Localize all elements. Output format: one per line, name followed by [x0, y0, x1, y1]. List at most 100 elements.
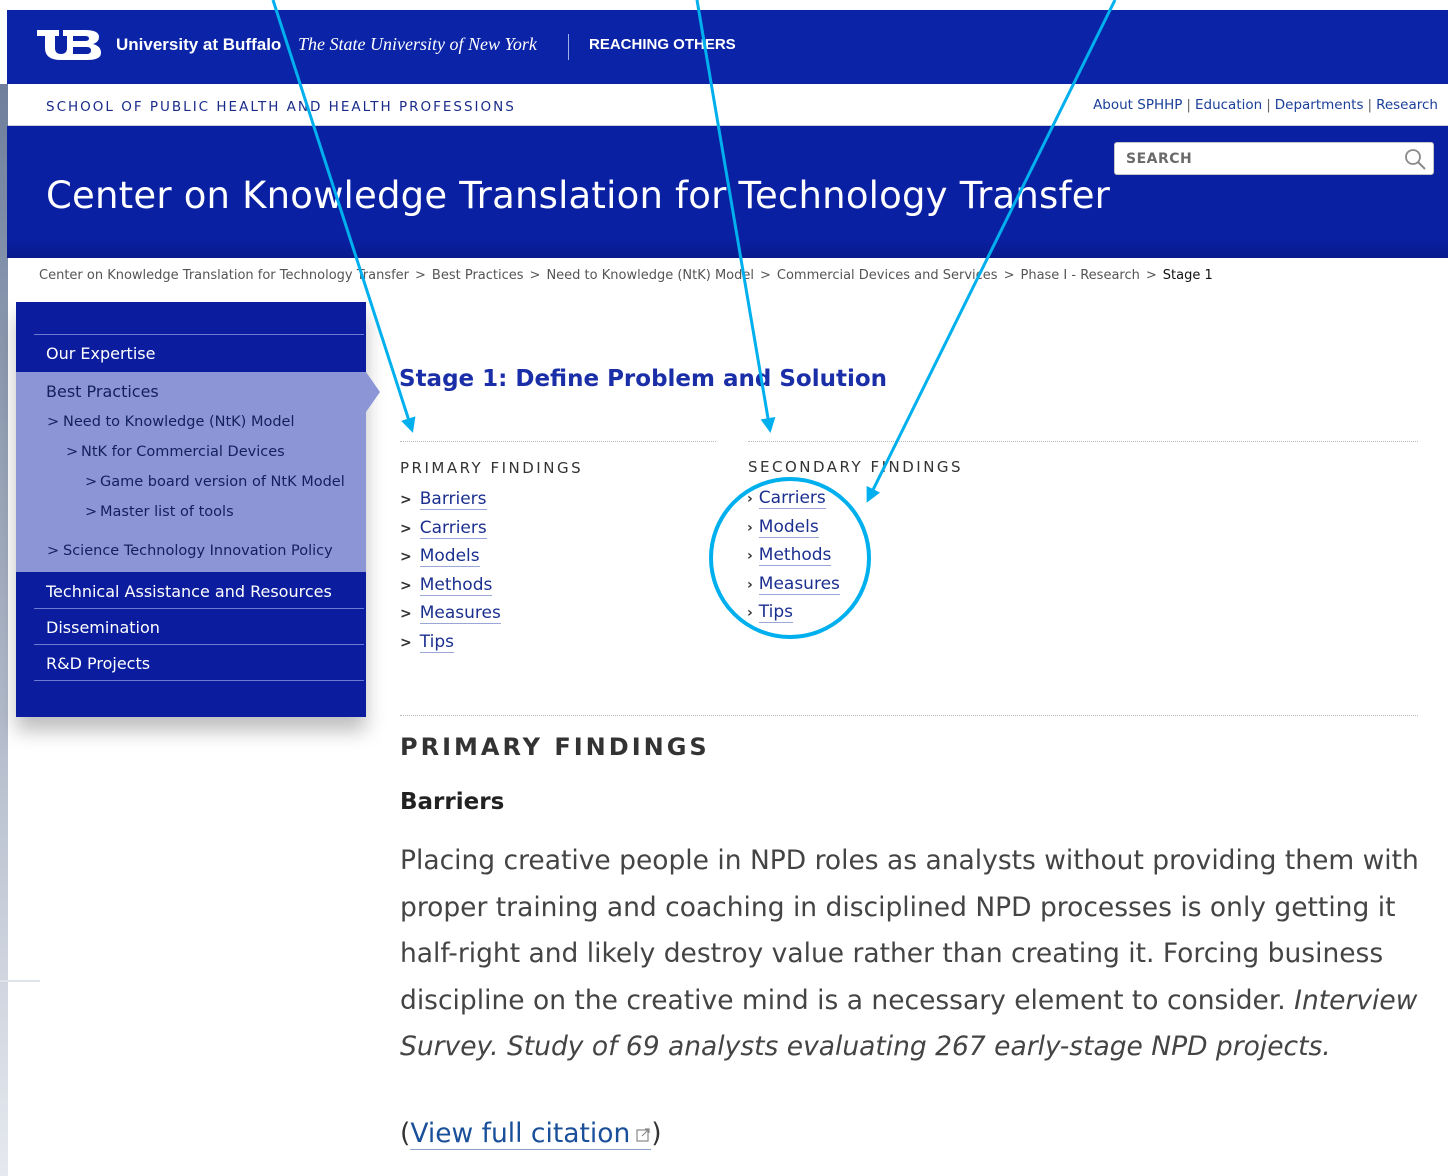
primary-barriers-link[interactable]: Barriers — [419, 489, 487, 510]
secondary-measures-link[interactable]: Measures — [758, 573, 840, 595]
sidebar-item-ntk-model[interactable]: Need to Knowledge (NtK) Model — [63, 414, 294, 430]
breadcrumb-arrow: > — [415, 268, 426, 283]
breadcrumb-item[interactable]: Commercial Devices and Services — [777, 268, 998, 283]
secondary-findings-list: › Carriers › Models › Methods › Measures › Ti… — [747, 488, 840, 631]
sidebar-divider — [34, 334, 364, 335]
chevron-right-icon: › — [747, 519, 753, 536]
list-item: > Barriers — [400, 489, 501, 518]
secondary-findings-heading: SECONDARY FINDINGS — [748, 458, 964, 476]
sidebar-divider — [34, 608, 364, 609]
search-input[interactable] — [1115, 143, 1395, 174]
sidebar-item-game-board[interactable]: Game board version of NtK Model — [100, 474, 345, 490]
ub-logo-icon[interactable] — [35, 28, 105, 62]
barriers-body: Placing creative people in NPD roles as … — [400, 845, 1419, 1016]
breadcrumb-item[interactable]: Need to Knowledge (NtK) Model — [546, 268, 754, 283]
chevron-right-icon: › — [747, 605, 753, 622]
primary-tips-link[interactable]: Tips — [419, 631, 454, 653]
primary-findings-list: > Barriers > Carriers > Models > Methods > Me… — [400, 489, 501, 661]
sidebar-item-rd-projects[interactable]: R&D Projects — [46, 654, 150, 673]
education-link[interactable]: Education — [1195, 97, 1262, 113]
header-divider — [568, 34, 569, 60]
breadcrumb-item[interactable]: Center on Knowledge Translation for Tech… — [39, 268, 409, 283]
list-item: › Carriers — [747, 488, 840, 517]
sidebar-chevron-icon: > — [47, 543, 60, 559]
primary-carriers-link[interactable]: Carriers — [419, 517, 487, 539]
link-separator: | — [1367, 97, 1373, 113]
primary-findings-heading: PRIMARY FINDINGS — [400, 459, 584, 477]
school-bar: SCHOOL OF PUBLIC HEALTH AND HEALTH PROFE… — [8, 84, 1448, 126]
breadcrumb-item[interactable]: Best Practices — [432, 268, 524, 283]
primary-measures-link[interactable]: Measures — [419, 603, 501, 625]
site-title[interactable]: Center on Knowledge Translation for Tech… — [46, 174, 1110, 217]
sidebar-item-ntk-commercial[interactable]: NtK for Commercial Devices — [81, 444, 285, 460]
top-links: About SPHHP | Education | Departments | Resear… — [1093, 97, 1438, 113]
university-name[interactable]: University at Buffalo — [116, 35, 281, 55]
secondary-carriers-link[interactable]: Carriers — [758, 488, 826, 509]
breadcrumb: Center on Knowledge Translation for Tech… — [39, 268, 1213, 283]
link-separator: | — [1266, 97, 1271, 113]
list-item: › Tips — [747, 602, 840, 631]
secondary-models-link[interactable]: Models — [758, 516, 819, 538]
site-banner: Center on Knowledge Translation for Tech… — [7, 126, 1448, 258]
sidebar-divider — [34, 644, 364, 645]
list-item: > Methods — [400, 574, 501, 604]
reaching-others-link[interactable]: REACHING OTHERS — [589, 36, 736, 53]
secondary-methods-link[interactable]: Methods — [758, 545, 832, 567]
sidebar-item-our-expertise[interactable]: Our Expertise — [46, 344, 155, 363]
chevron-right-icon: › — [747, 576, 753, 593]
school-name-link[interactable]: SCHOOL OF PUBLIC HEALTH AND HEALTH PROFE… — [46, 99, 516, 115]
chevron-right-icon: › — [747, 491, 753, 507]
sidebar-item-dissemination[interactable]: Dissemination — [46, 618, 160, 637]
sidebar-chevron-icon: > — [85, 504, 98, 520]
list-item: > Carriers — [400, 517, 501, 547]
section-divider — [400, 715, 1418, 716]
about-sphhp-link[interactable]: About SPHHP — [1093, 97, 1182, 113]
chevron-right-icon: > — [400, 492, 412, 508]
breadcrumb-arrow: > — [529, 268, 541, 283]
chevron-right-icon: > — [400, 577, 412, 594]
breadcrumb-arrow: > — [1145, 268, 1157, 283]
sidebar-item-best-practices[interactable]: Best Practices — [46, 382, 159, 401]
research-link[interactable]: Research — [1376, 97, 1438, 113]
view-full-citation-link[interactable]: View full citation — [410, 1118, 652, 1150]
sidebar-chevron-icon: > — [47, 414, 60, 430]
state-university-name: The State University of New York — [298, 34, 537, 54]
section-divider — [748, 441, 1418, 442]
breadcrumb-arrow: > — [1003, 268, 1015, 283]
findings-section-heading: PRIMARY FINDINGS — [400, 733, 710, 761]
chevron-right-icon: > — [400, 549, 412, 566]
sidebar-chevron-icon: > — [85, 474, 98, 490]
list-item: › Models — [747, 516, 840, 546]
sidebar-item-technical-assistance[interactable]: Technical Assistance and Resources — [46, 582, 332, 601]
list-item: > Tips — [400, 631, 501, 661]
search-icon[interactable] — [1403, 147, 1427, 171]
breadcrumb-arrow: > — [760, 268, 771, 283]
secondary-tips-link[interactable]: Tips — [758, 602, 794, 624]
citation-paren-close: ) — [651, 1118, 662, 1149]
barriers-heading: Barriers — [400, 789, 505, 815]
barriers-paragraph: Placing creative people in NPD roles as … — [400, 838, 1430, 1071]
sidebar-divider — [34, 680, 364, 681]
primary-methods-link[interactable]: Methods — [419, 574, 493, 596]
chevron-right-icon: › — [747, 548, 753, 565]
sidebar-item-science-policy[interactable]: Science Technology Innovation Policy — [63, 543, 333, 559]
list-item: > Models — [400, 546, 501, 575]
section-divider — [400, 441, 716, 442]
search-box — [1114, 142, 1434, 175]
external-link-icon — [636, 1128, 650, 1142]
citation-paren-open: ( — [400, 1118, 411, 1149]
departments-link[interactable]: Departments — [1275, 97, 1364, 113]
primary-models-link[interactable]: Models — [419, 546, 480, 568]
sidebar-active-section: Best Practices > Need to Knowledge (NtK)… — [16, 372, 366, 572]
page-title: Stage 1: Define Problem and Solution — [399, 366, 888, 392]
chevron-right-icon: > — [400, 634, 412, 651]
breadcrumb-item[interactable]: Phase I - Research — [1020, 268, 1139, 283]
list-item: › Measures — [747, 573, 840, 603]
sidebar-nav: Our Expertise Best Practices > Need to K… — [16, 302, 380, 717]
sidebar-item-master-list[interactable]: Master list of tools — [100, 504, 234, 520]
chevron-right-icon: > — [400, 520, 412, 537]
page-edge-mark — [0, 980, 40, 982]
list-item: > Measures — [400, 603, 501, 632]
sidebar-chevron-icon: > — [66, 444, 79, 460]
chevron-right-icon: > — [400, 606, 412, 623]
